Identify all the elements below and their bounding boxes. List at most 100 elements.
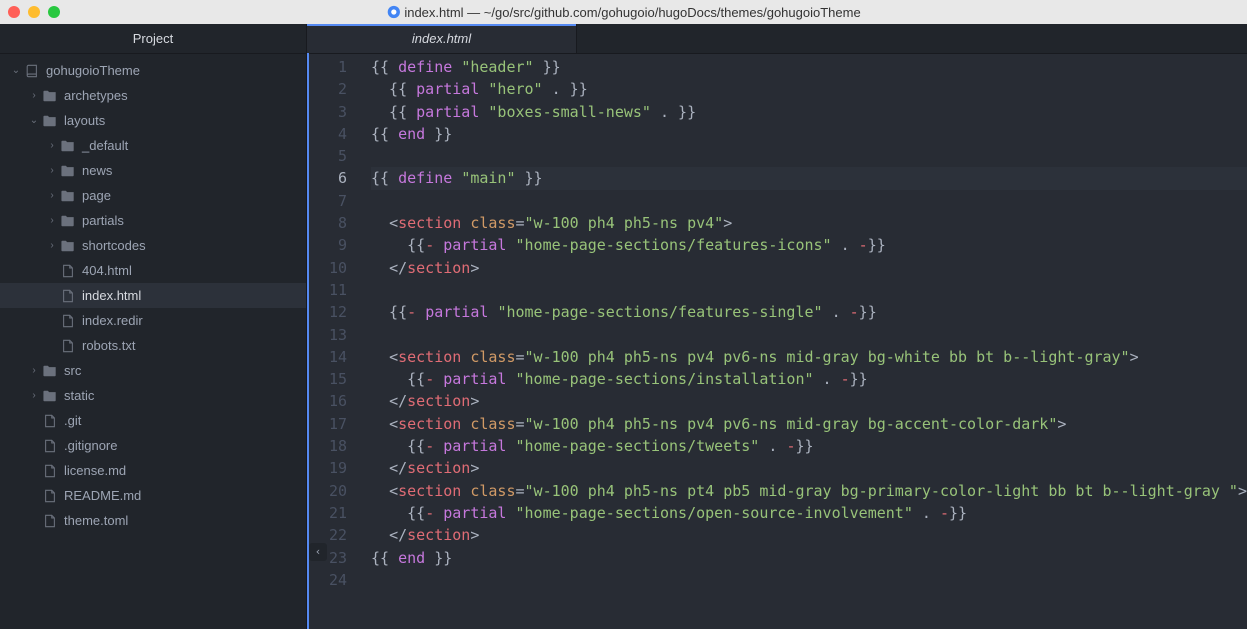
tree-item-shortcodes[interactable]: › shortcodes xyxy=(0,233,306,258)
tree-item-label: .git xyxy=(64,413,81,428)
chevron-right-icon[interactable]: › xyxy=(44,238,60,254)
chevron-right-icon[interactable]: › xyxy=(26,88,42,104)
tree-item-index-redir[interactable]: index.redir xyxy=(0,308,306,333)
code-line[interactable]: {{- partial "home-page-sections/features… xyxy=(371,234,1247,256)
tab-bar: index.html xyxy=(307,24,1247,54)
chevron-down-icon[interactable]: ⌄ xyxy=(8,63,24,79)
chevron-spacer xyxy=(44,338,60,354)
line-number: 16 xyxy=(307,390,347,412)
tree-item-label: gohugoioTheme xyxy=(46,63,140,78)
file-icon xyxy=(42,463,58,479)
chevron-spacer xyxy=(26,513,42,529)
line-number: 12 xyxy=(307,301,347,323)
code-line[interactable]: </section> xyxy=(371,390,1247,412)
tree-item-index-html[interactable]: index.html xyxy=(0,283,306,308)
tab-label: index.html xyxy=(412,31,471,46)
chevron-right-icon[interactable]: › xyxy=(26,388,42,404)
tree-item-archetypes[interactable]: ›archetypes xyxy=(0,83,306,108)
tree-item-gohugoiotheme[interactable]: ⌄ gohugoioTheme xyxy=(0,58,306,83)
tree-item-license-md[interactable]: license.md xyxy=(0,458,306,483)
code-line[interactable] xyxy=(371,145,1247,167)
code-line[interactable]: </section> xyxy=(371,457,1247,479)
code-line[interactable]: <section class="w-100 ph4 ph5-ns pt4 pb5… xyxy=(371,480,1247,502)
tree-item-label: shortcodes xyxy=(82,238,146,253)
window-title-text: index.html — ~/go/src/github.com/gohugoi… xyxy=(404,5,860,20)
tree-item-label: README.md xyxy=(64,488,141,503)
sidebar-header[interactable]: Project xyxy=(0,24,306,54)
chevron-right-icon[interactable]: › xyxy=(26,363,42,379)
code-line[interactable] xyxy=(371,569,1247,591)
code-line[interactable]: {{ partial "hero" . }} xyxy=(371,78,1247,100)
tree-item-robots-txt[interactable]: robots.txt xyxy=(0,333,306,358)
line-number: 9 xyxy=(307,234,347,256)
code-line[interactable]: {{ end }} xyxy=(371,547,1247,569)
tree-item-partials[interactable]: ›partials xyxy=(0,208,306,233)
close-window-button[interactable] xyxy=(8,6,20,18)
code-line[interactable]: {{- partial "home-page-sections/features… xyxy=(371,301,1247,323)
folder-icon xyxy=(42,113,58,129)
tree-item--git[interactable]: .git xyxy=(0,408,306,433)
tree-item-label: news xyxy=(82,163,112,178)
folder-icon xyxy=(60,213,76,229)
code-line[interactable]: <section class="w-100 ph4 ph5-ns pv4 pv6… xyxy=(371,346,1247,368)
maximize-window-button[interactable] xyxy=(48,6,60,18)
code-area[interactable]: 123456789101112131415161718192021222324 … xyxy=(307,54,1247,629)
tree-item-layouts[interactable]: ⌄layouts xyxy=(0,108,306,133)
code-line[interactable]: </section> xyxy=(371,257,1247,279)
code-content[interactable]: {{ define "header" }} {{ partial "hero" … xyxy=(355,56,1247,629)
tree-item-static[interactable]: › static xyxy=(0,383,306,408)
code-line[interactable]: </section> xyxy=(371,524,1247,546)
code-line[interactable]: {{- partial "home-page-sections/installa… xyxy=(371,368,1247,390)
chevron-right-icon[interactable]: › xyxy=(44,188,60,204)
code-line[interactable] xyxy=(371,279,1247,301)
code-line[interactable]: {{ define "main" }} xyxy=(371,167,1247,189)
line-number: 20 xyxy=(307,480,347,502)
code-line[interactable]: {{- partial "home-page-sections/tweets" … xyxy=(371,435,1247,457)
folder-icon xyxy=(42,88,58,104)
tree-item-readme-md[interactable]: README.md xyxy=(0,483,306,508)
editor-area: index.html 12345678910111213141516171819… xyxy=(307,24,1247,629)
fold-toggle-icon[interactable]: ‹ xyxy=(309,543,327,561)
tree-item-page[interactable]: › page xyxy=(0,183,306,208)
code-line[interactable]: <section class="w-100 ph4 ph5-ns pv4 pv6… xyxy=(371,413,1247,435)
tree-item-404-html[interactable]: 404.html xyxy=(0,258,306,283)
chevron-right-icon[interactable]: › xyxy=(44,213,60,229)
line-number: 6 xyxy=(307,167,347,189)
code-line[interactable] xyxy=(371,190,1247,212)
folder-icon xyxy=(42,388,58,404)
code-line[interactable] xyxy=(371,324,1247,346)
tree-item-theme-toml[interactable]: theme.toml xyxy=(0,508,306,533)
tree-item--default[interactable]: ›_default xyxy=(0,133,306,158)
folder-icon xyxy=(60,188,76,204)
line-number: 4 xyxy=(307,123,347,145)
code-line[interactable]: <section class="w-100 ph4 ph5-ns pv4"> xyxy=(371,212,1247,234)
tree-item--gitignore[interactable]: .gitignore xyxy=(0,433,306,458)
tab-index-html[interactable]: index.html xyxy=(307,24,577,53)
line-number: 21 xyxy=(307,502,347,524)
window-titlebar: index.html — ~/go/src/github.com/gohugoi… xyxy=(0,0,1247,24)
folder-icon xyxy=(42,363,58,379)
minimize-window-button[interactable] xyxy=(28,6,40,18)
chevron-spacer xyxy=(26,413,42,429)
line-number: 1 xyxy=(307,56,347,78)
tree-item-label: static xyxy=(64,388,94,403)
chevron-down-icon[interactable]: ⌄ xyxy=(26,113,42,129)
folder-icon xyxy=(60,238,76,254)
tree-item-src[interactable]: ›src xyxy=(0,358,306,383)
file-tree[interactable]: ⌄ gohugoioTheme ›archetypes⌄layouts›_defau… xyxy=(0,54,306,533)
line-number: 19 xyxy=(307,457,347,479)
chevron-right-icon[interactable]: › xyxy=(44,163,60,179)
code-line[interactable]: {{ partial "boxes-small-news" . }} xyxy=(371,101,1247,123)
code-line[interactable]: {{ end }} xyxy=(371,123,1247,145)
tree-item-label: 404.html xyxy=(82,263,132,278)
tree-item-label: robots.txt xyxy=(82,338,135,353)
folder-icon xyxy=(60,163,76,179)
line-number: 2 xyxy=(307,78,347,100)
tree-item-label: page xyxy=(82,188,111,203)
line-number: 11 xyxy=(307,279,347,301)
code-line[interactable]: {{ define "header" }} xyxy=(371,56,1247,78)
chevron-right-icon[interactable]: › xyxy=(44,138,60,154)
tree-item-news[interactable]: › news xyxy=(0,158,306,183)
code-line[interactable]: {{- partial "home-page-sections/open-sou… xyxy=(371,502,1247,524)
chevron-spacer xyxy=(26,463,42,479)
